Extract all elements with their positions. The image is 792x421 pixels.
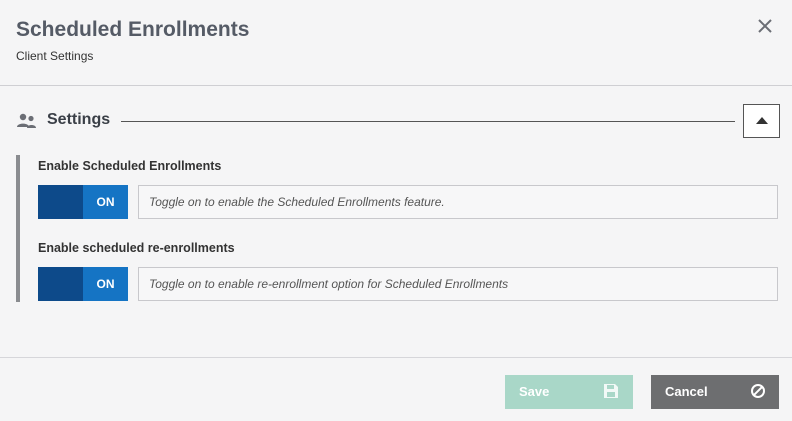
toggle-knob [38,267,83,301]
settings-section-header: Settings [16,104,780,138]
setting-description: Toggle on to enable re-enrollment option… [138,267,778,301]
cancel-button[interactable]: Cancel [651,375,779,409]
setting-description: Toggle on to enable the Scheduled Enroll… [138,185,778,219]
setting-label: Enable scheduled re-enrollments [38,241,235,255]
settings-body: Enable Scheduled Enrollments ON Toggle o… [16,155,780,302]
toggle-state-label: ON [83,185,128,219]
enable-re-enrollments-toggle[interactable]: ON [38,267,128,301]
section-title: Settings [47,111,111,128]
people-icon [16,112,38,130]
caret-up-icon [756,117,768,124]
toggle-state-label: ON [83,267,128,301]
toggle-knob [38,185,83,219]
modal-subtitle: Client Settings [16,49,94,63]
collapse-section-button[interactable] [743,104,780,138]
enable-scheduled-enrollments-toggle[interactable]: ON [38,185,128,219]
ban-icon [750,383,766,399]
floppy-disk-icon [603,383,619,399]
close-icon[interactable] [754,15,776,37]
section-divider [121,121,735,122]
setting-label: Enable Scheduled Enrollments [38,159,222,173]
save-button[interactable]: Save [505,375,633,409]
save-button-label: Save [519,384,550,399]
footer-divider [0,357,792,358]
scheduled-enrollments-modal: Scheduled Enrollments Client Settings Se… [0,0,792,421]
cancel-button-label: Cancel [665,384,708,399]
modal-header: Scheduled Enrollments Client Settings [0,0,792,86]
modal-title: Scheduled Enrollments [16,18,250,41]
